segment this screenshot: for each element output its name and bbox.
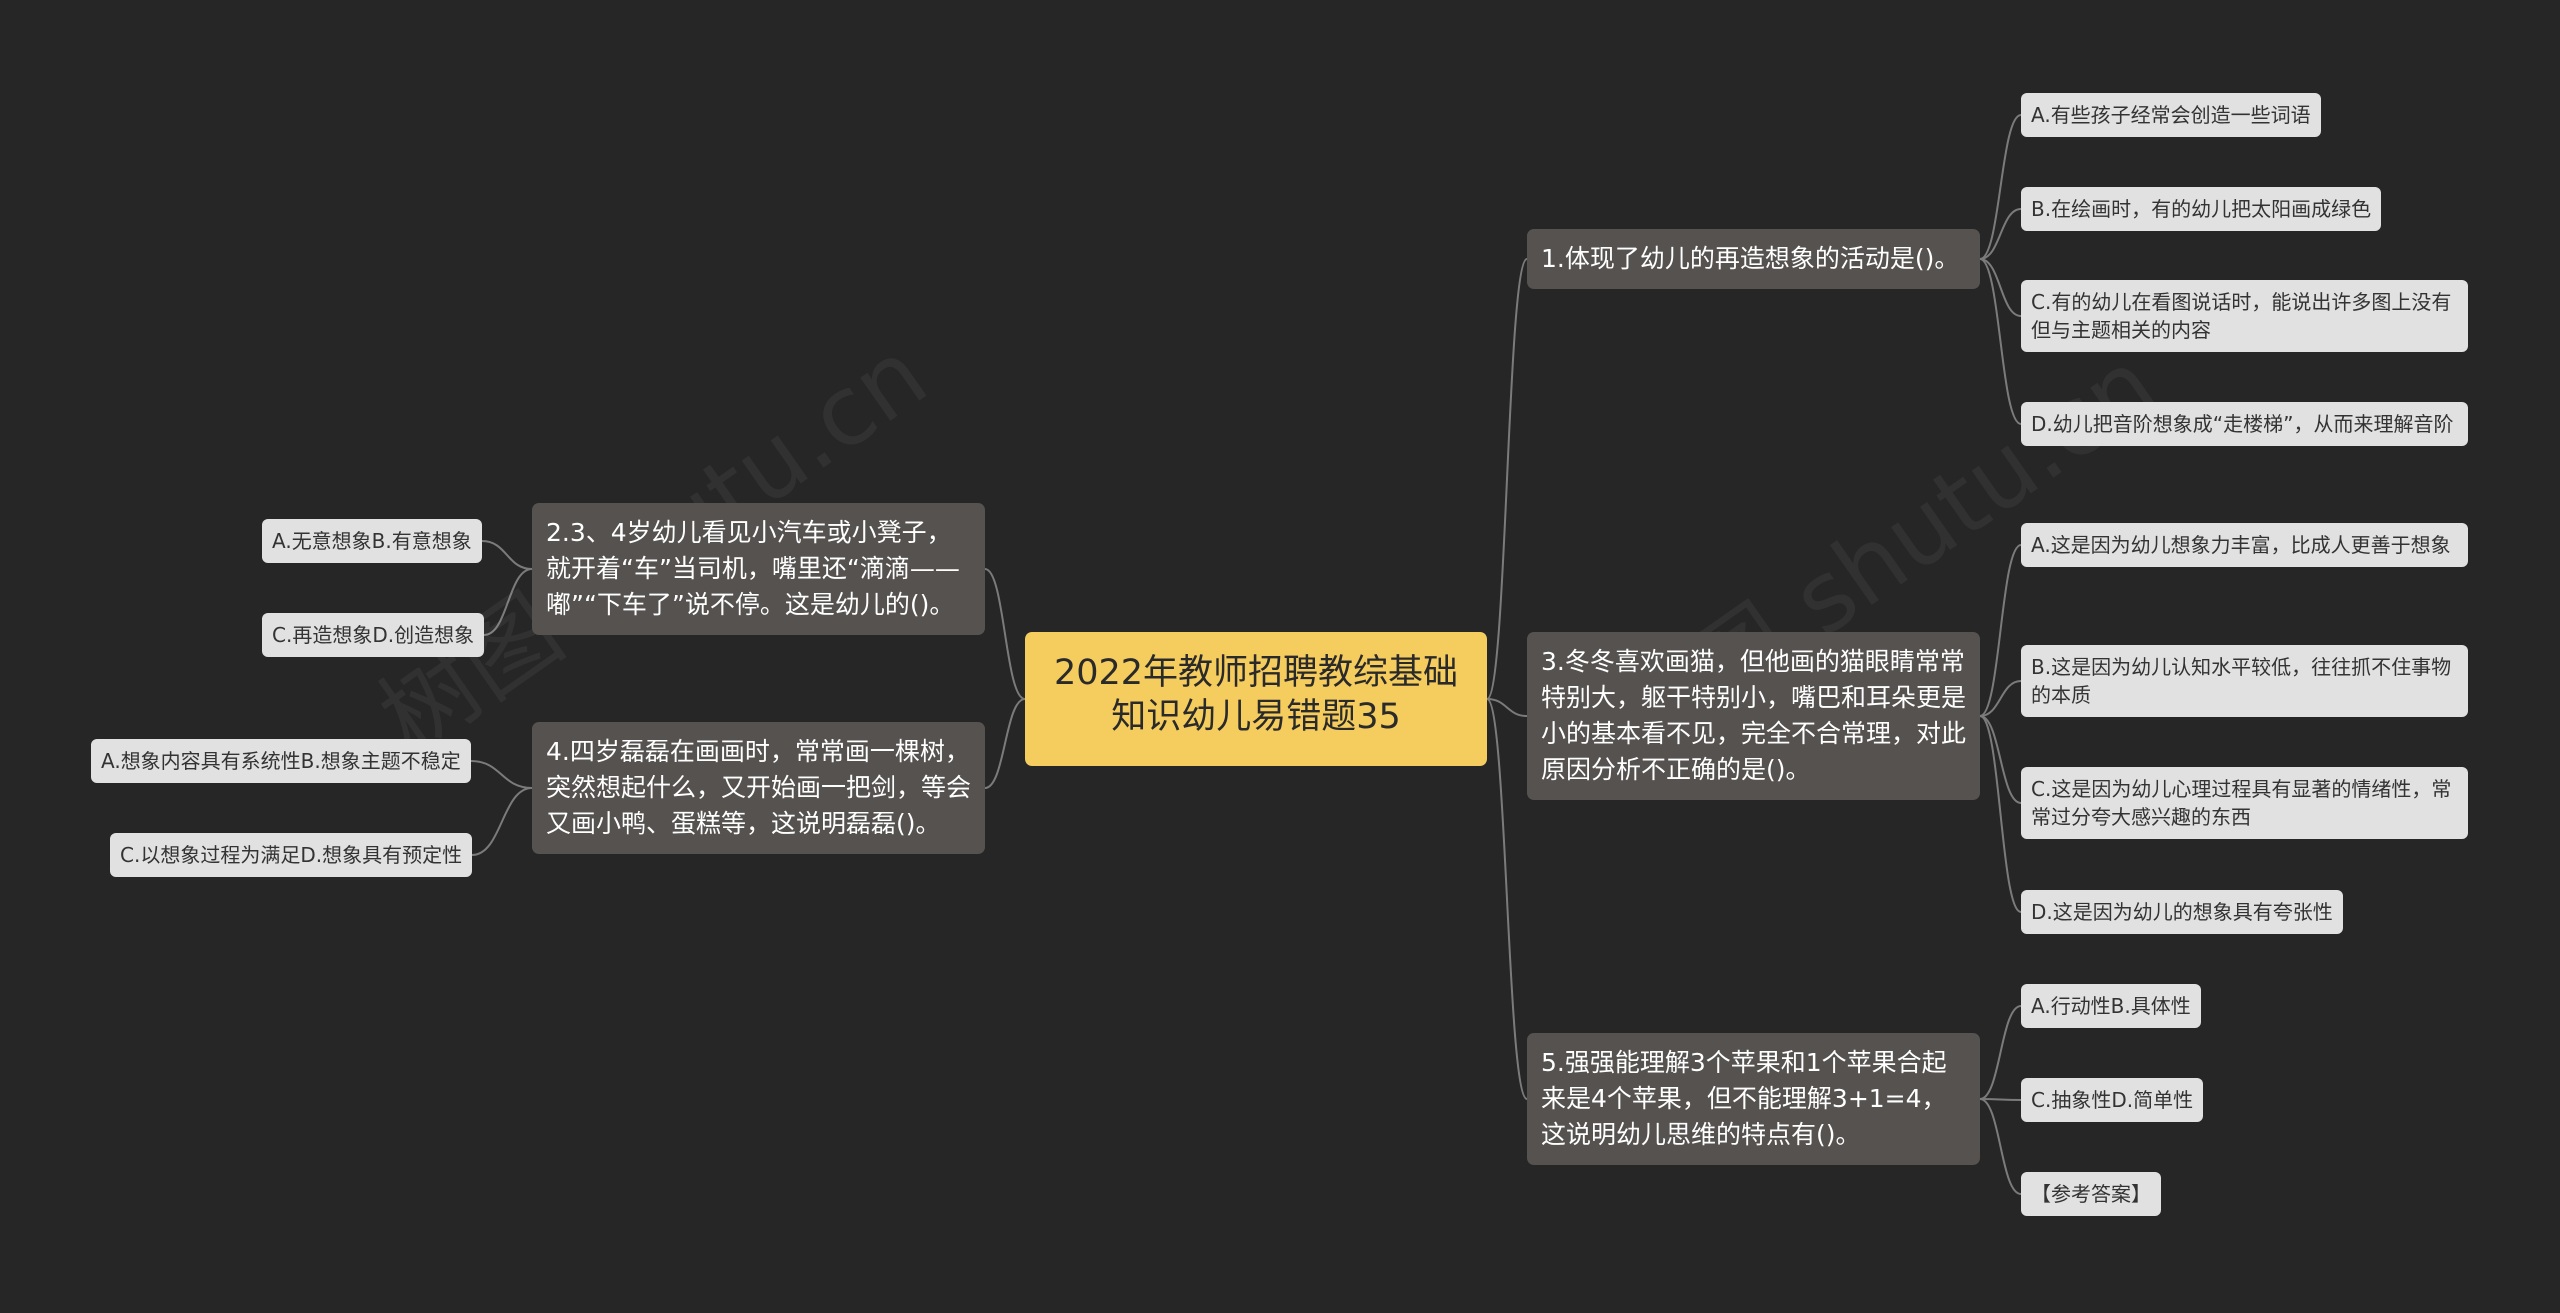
question-2-option-c[interactable]: C.再造想象D.创造想象 xyxy=(262,613,485,657)
connector-question-3-to-question-3-option-c xyxy=(1979,715,2022,804)
question-3[interactable]: 3.冬冬喜欢画猫，但他画的猫眼睛常常特别大，躯干特别小，嘴巴和耳朵更是小的基本看… xyxy=(1527,632,1980,800)
question-3-option-b[interactable]: B.这是因为幼儿认知水平较低，往往抓不住事物的本质 xyxy=(2021,645,2468,717)
connector-question-5-to-reference-answer xyxy=(1979,1098,2022,1195)
question-3-option-c[interactable]: C.这是因为幼儿心理过程具有显著的情绪性，常常过分夸大感兴趣的东西 xyxy=(2021,767,2468,839)
connector-root-topic-to-question-2 xyxy=(984,568,1026,700)
question-1-option-d[interactable]: D.幼儿把音阶想象成“走楼梯”，从而来理解音阶 xyxy=(2021,402,2468,446)
connector-question-3-to-question-3-option-d xyxy=(1979,715,2022,913)
reference-answer[interactable]: 【参考答案】 xyxy=(2021,1172,2161,1216)
question-4-option-c[interactable]: C.以想象过程为满足D.想象具有预定性 xyxy=(110,833,473,877)
question-1-option-b[interactable]: B.在绘画时，有的幼儿把太阳画成绿色 xyxy=(2021,187,2382,231)
question-3-option-a[interactable]: A.这是因为幼儿想象力丰富，比成人更善于想象 xyxy=(2021,523,2468,567)
question-2[interactable]: 2.3、4岁幼儿看见小汽车或小凳子，就开着“车”当司机，嘴里还“滴滴——嘟”“下… xyxy=(532,503,985,635)
connector-question-2-to-question-2-option-c xyxy=(483,568,533,636)
connector-root-topic-to-question-5 xyxy=(1486,698,1528,1100)
connector-question-1-to-question-1-option-c xyxy=(1979,258,2022,317)
question-5[interactable]: 5.强强能理解3个苹果和1个苹果合起来是4个苹果，但不能理解3+1=4，这说明幼… xyxy=(1527,1033,1980,1165)
connector-question-5-to-question-5-option-c xyxy=(1979,1098,2022,1101)
connector-question-1-to-question-1-option-b xyxy=(1979,208,2022,260)
question-3-option-d[interactable]: D.这是因为幼儿的想象具有夸张性 xyxy=(2021,890,2343,934)
question-5-option-a[interactable]: A.行动性B.具体性 xyxy=(2021,984,2201,1028)
connector-question-1-to-question-1-option-d xyxy=(1979,258,2022,425)
connector-question-4-to-question-4-option-c xyxy=(471,787,533,856)
question-5-option-c[interactable]: C.抽象性D.简单性 xyxy=(2021,1078,2204,1122)
question-1-option-c[interactable]: C.有的幼儿在看图说话时，能说出许多图上没有但与主题相关的内容 xyxy=(2021,280,2468,352)
connector-question-5-to-question-5-option-a xyxy=(1979,1005,2022,1100)
connector-root-topic-to-question-4 xyxy=(984,698,1026,789)
question-1-option-a[interactable]: A.有些孩子经常会创造一些词语 xyxy=(2021,93,2321,137)
connector-question-3-to-question-3-option-a xyxy=(1979,544,2022,717)
question-1[interactable]: 1.体现了幼儿的再造想象的活动是()。 xyxy=(1527,229,1980,289)
root-topic[interactable]: 2022年教师招聘教综基础知识幼儿易错题35 xyxy=(1025,632,1487,766)
connector-question-4-to-question-4-option-a xyxy=(470,760,533,789)
connector-root-topic-to-question-1 xyxy=(1486,258,1528,700)
question-2-option-a[interactable]: A.无意想象B.有意想象 xyxy=(262,519,482,563)
connector-question-1-to-question-1-option-a xyxy=(1979,114,2022,260)
connector-question-2-to-question-2-option-a xyxy=(481,540,533,570)
question-4-option-a[interactable]: A.想象内容具有系统性B.想象主题不稳定 xyxy=(91,739,471,783)
question-4[interactable]: 4.四岁磊磊在画画时，常常画一棵树，突然想起什么，又开始画一把剑，等会又画小鸭、… xyxy=(532,722,985,854)
